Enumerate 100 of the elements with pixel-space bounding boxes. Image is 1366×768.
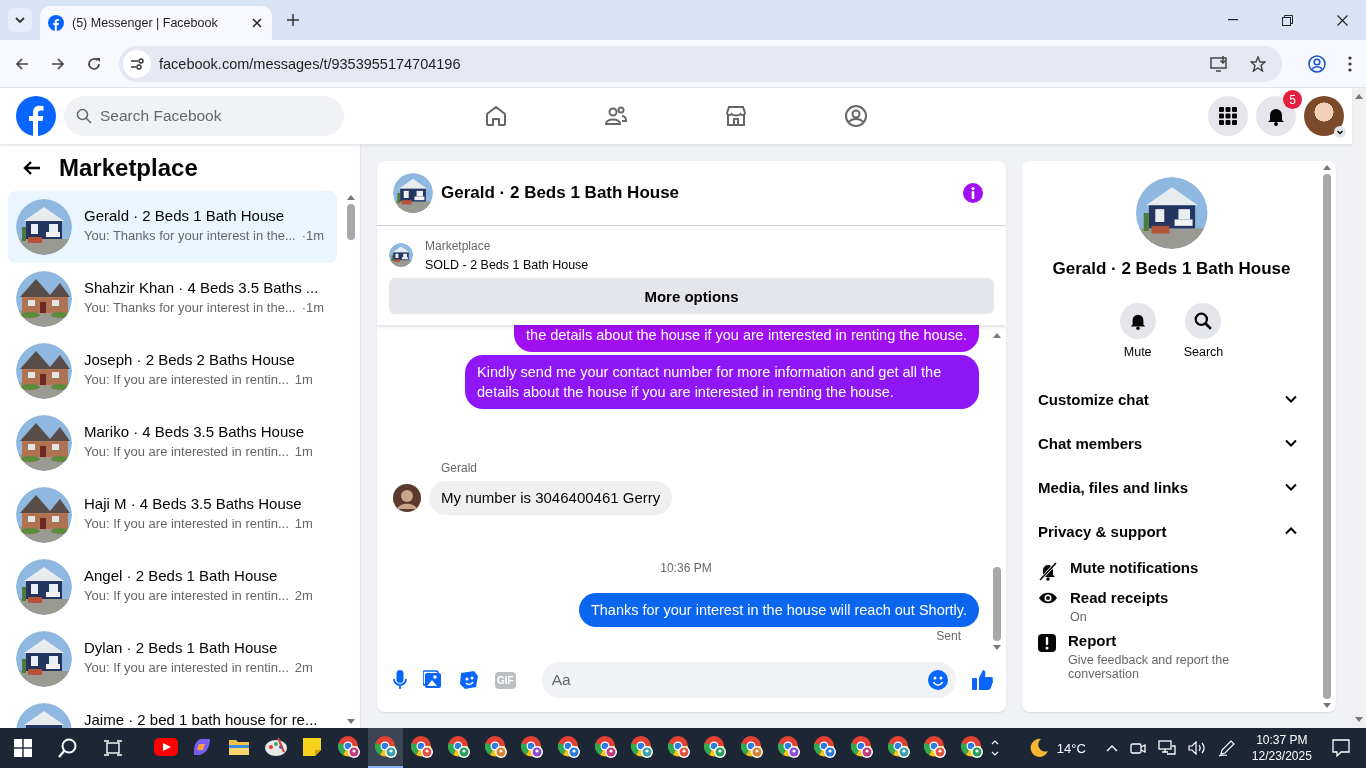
chevron-up-icon[interactable] bbox=[1105, 744, 1118, 752]
conversation-name: Gerald · 2 Beds 1 Bath House bbox=[1052, 259, 1291, 279]
conversation-item[interactable]: Angel · 2 Beds 1 Bath House You: If you are interested in rentin... 2m bbox=[8, 551, 337, 623]
scroll-thumb[interactable] bbox=[993, 567, 1001, 641]
scroll-down-icon[interactable] bbox=[993, 645, 1001, 650]
scroll-down-icon[interactable] bbox=[347, 719, 355, 724]
plus-icon[interactable] bbox=[287, 14, 299, 26]
search-field[interactable]: Search Facebook bbox=[64, 96, 344, 136]
conversation-item[interactable]: Dylan · 2 Beds 1 Bath House You: If you are interested in rentin... 2m bbox=[8, 623, 337, 695]
restore-icon[interactable] bbox=[1282, 14, 1293, 26]
store-icon[interactable] bbox=[724, 104, 748, 128]
scroll-up-icon[interactable] bbox=[1323, 165, 1331, 170]
emoji-icon[interactable] bbox=[928, 670, 948, 690]
palette-icon bbox=[263, 736, 288, 758]
taskbar-app[interactable] bbox=[367, 728, 404, 768]
minimize-icon[interactable] bbox=[1228, 19, 1238, 21]
address-bar[interactable]: facebook.com/messages/t/9353955174704196 bbox=[119, 45, 1282, 82]
section-title: Media, files and links bbox=[1038, 478, 1189, 496]
message-preview: You: Thanks for your interest in the... bbox=[84, 228, 296, 243]
thumbs-up-icon[interactable] bbox=[972, 669, 994, 691]
scroll-up-icon[interactable] bbox=[993, 333, 1001, 338]
scroll-down-icon[interactable] bbox=[1323, 703, 1331, 708]
search-icon[interactable] bbox=[58, 738, 78, 758]
tab-list-button[interactable] bbox=[8, 8, 32, 32]
site-settings-button[interactable] bbox=[123, 49, 151, 78]
message-preview: You: If you are interested in rentin... bbox=[84, 372, 289, 387]
message-bubble: My number is 3046400461 Gerry bbox=[429, 481, 673, 515]
reload-icon[interactable] bbox=[87, 56, 101, 71]
conversation-item[interactable]: Haji M · 4 Beds 3.5 Baths House You: If you are interested in rentin... 1m bbox=[8, 479, 337, 551]
scroll-up-icon[interactable] bbox=[1355, 94, 1363, 99]
star-icon[interactable] bbox=[1250, 55, 1266, 72]
clock-time: 10:37 PM bbox=[1256, 732, 1308, 748]
info-icon[interactable] bbox=[962, 182, 984, 204]
menu-item[interactable]: Read receipts On bbox=[1038, 583, 1305, 626]
more-options-button[interactable]: More options bbox=[389, 278, 994, 314]
scroll-down-icon[interactable] bbox=[1355, 717, 1363, 722]
f-logo-icon[interactable] bbox=[16, 96, 56, 136]
image-icon[interactable] bbox=[423, 670, 443, 690]
message-status: Sent bbox=[936, 629, 961, 643]
user-circle-icon[interactable] bbox=[844, 104, 868, 128]
message-time: 1m bbox=[294, 516, 313, 531]
more-icon[interactable] bbox=[1348, 55, 1352, 72]
clock[interactable]: 10:37 PM 12/23/2025 bbox=[1251, 732, 1312, 764]
camera-icon[interactable] bbox=[1129, 741, 1146, 755]
network-icon[interactable] bbox=[1157, 740, 1176, 756]
browser-tab[interactable]: (5) Messenger | Facebook bbox=[40, 6, 272, 40]
temperature[interactable]: 14°C bbox=[1056, 740, 1086, 756]
task-view-icon[interactable] bbox=[104, 740, 122, 756]
section-header[interactable]: Media, files and links bbox=[1038, 465, 1305, 509]
message-field[interactable]: Aa bbox=[541, 662, 956, 698]
scroll-thumb[interactable] bbox=[1323, 174, 1331, 699]
sticker-icon[interactable] bbox=[459, 670, 479, 690]
close-icon[interactable] bbox=[1337, 14, 1348, 26]
install-app-icon[interactable] bbox=[1210, 55, 1228, 72]
sliders-icon bbox=[130, 57, 144, 70]
play-icon bbox=[153, 738, 178, 756]
forward-arrow-icon[interactable] bbox=[51, 56, 65, 71]
scrollbar[interactable] bbox=[1352, 88, 1366, 728]
conversation-item[interactable]: Joseph · 2 Beds 2 Baths House You: If you are interested in rentin... 1m bbox=[8, 335, 337, 407]
section-header[interactable]: Customize chat bbox=[1038, 377, 1305, 421]
conversation-title: Joseph · 2 Beds 2 Baths House bbox=[84, 351, 296, 368]
scroll-thumb[interactable] bbox=[347, 204, 355, 240]
conversation-item[interactable]: Mariko · 4 Beds 3.5 Baths House You: If you are interested in rentin... 1m bbox=[8, 407, 337, 479]
menu-button[interactable] bbox=[1208, 96, 1248, 136]
home-icon[interactable] bbox=[484, 104, 508, 128]
conversation-item[interactable]: Shahzir Khan · 4 Beds 3.5 Baths ... You: Thanks for your interest in the... ·1m bbox=[8, 263, 337, 335]
message-preview: You: Thanks for your interest in the... bbox=[84, 300, 296, 315]
profile-icon[interactable] bbox=[1308, 54, 1326, 73]
message-bubble: Thanks for your interest in the house will reach out Shortly. bbox=[578, 593, 979, 627]
action-button[interactable] bbox=[1119, 303, 1156, 339]
people-icon[interactable] bbox=[604, 104, 628, 128]
back-arrow-icon[interactable] bbox=[15, 56, 29, 71]
notifications-button[interactable] bbox=[1256, 96, 1296, 136]
menu-item-description: On bbox=[1070, 610, 1088, 624]
microphone-icon[interactable] bbox=[393, 670, 407, 690]
sender-name: Gerald bbox=[441, 461, 479, 475]
notification-icon[interactable] bbox=[1331, 739, 1350, 757]
message-time: ·1m bbox=[301, 300, 325, 315]
browser-profile-icon bbox=[740, 735, 765, 759]
pen-icon[interactable] bbox=[1217, 739, 1236, 757]
action-label: Search bbox=[1183, 345, 1224, 359]
conversation-title: Shahzir Khan · 4 Beds 3.5 Baths ... bbox=[84, 279, 320, 296]
close-icon[interactable] bbox=[252, 18, 262, 28]
back-arrow-icon[interactable] bbox=[23, 160, 41, 176]
message-time: 2m bbox=[294, 588, 313, 603]
section-header[interactable]: Chat members bbox=[1038, 421, 1305, 465]
clock-date: 12/23/2025 bbox=[1251, 748, 1312, 764]
folder-icon bbox=[228, 738, 251, 756]
avatar[interactable] bbox=[1304, 96, 1344, 136]
section-header[interactable]: Privacy & support bbox=[1038, 509, 1305, 553]
action-button[interactable] bbox=[1185, 303, 1222, 339]
volume-icon[interactable] bbox=[1187, 741, 1206, 755]
message-bubble: Kindly send me your contact number for more information and get all the details about the house if you are interested in renting the house. bbox=[465, 355, 979, 409]
windows-icon[interactable] bbox=[14, 739, 32, 757]
menu-item[interactable]: Report Give feedback and report the conversation bbox=[1038, 626, 1305, 683]
browser-profile-icon bbox=[483, 735, 508, 759]
conversation-item[interactable]: Gerald · 2 Beds 1 Bath House You: Thanks for your interest in the... ·1m bbox=[8, 191, 337, 263]
scroll-up-icon[interactable] bbox=[347, 195, 355, 200]
menu-item[interactable]: Mute notifications bbox=[1038, 553, 1305, 583]
section-title: Privacy & support bbox=[1038, 522, 1167, 540]
